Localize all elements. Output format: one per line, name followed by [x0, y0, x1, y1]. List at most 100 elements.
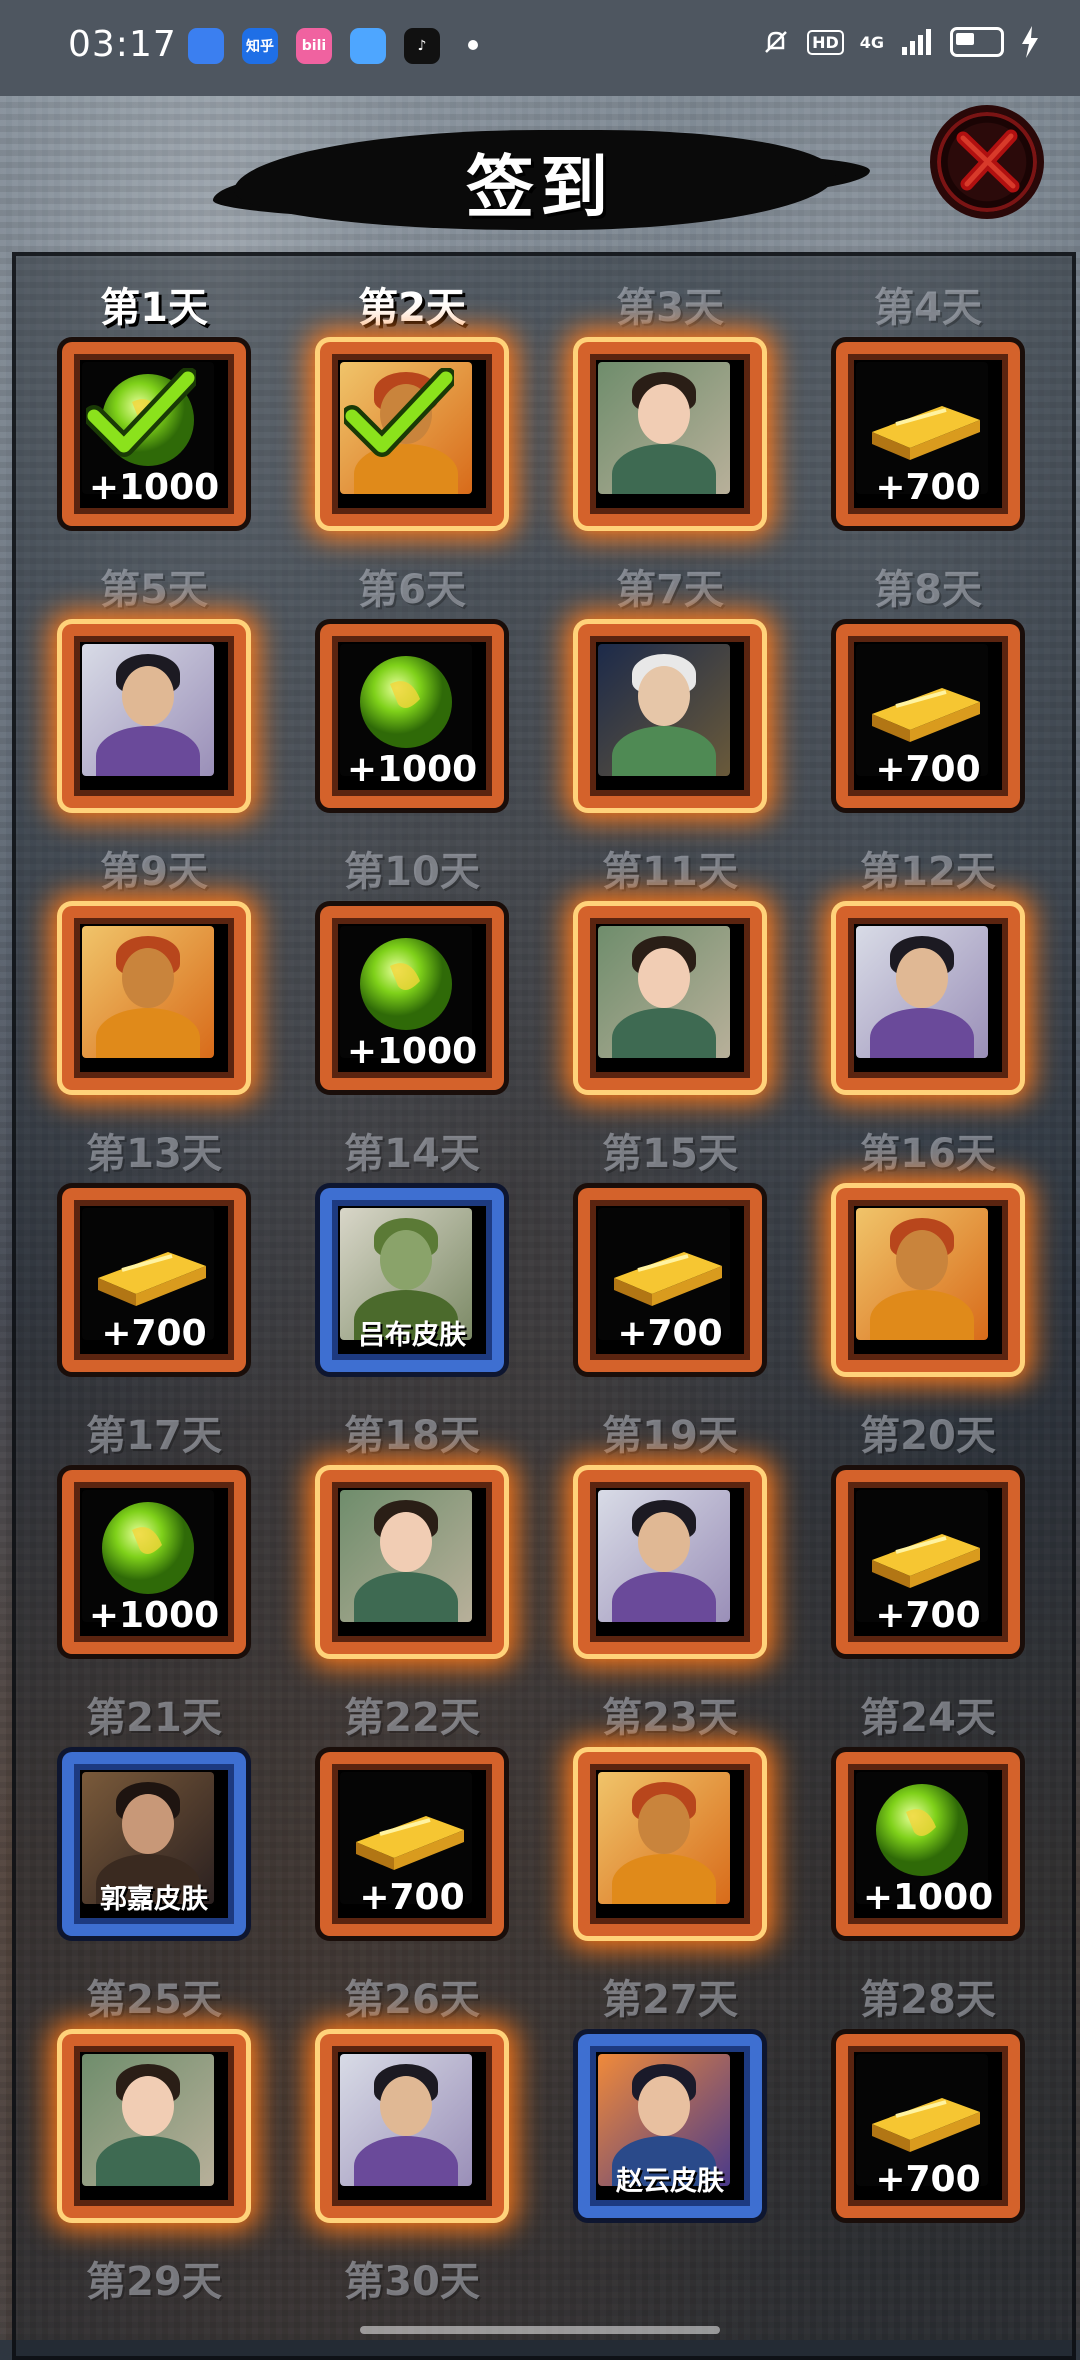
day-label: 第20天 — [860, 1413, 996, 1459]
checkin-day-30[interactable]: 第30天 — [317, 2254, 507, 2310]
close-icon — [956, 129, 1020, 193]
checkin-day-4[interactable]: 第4天 +700 — [833, 280, 1023, 526]
checkin-day-12[interactable]: 第12天 — [833, 844, 1023, 1090]
day-label: 第6天 — [358, 567, 466, 613]
reward-amount: +1000 — [346, 749, 478, 790]
checkin-day-1[interactable]: 第1天 +1000 — [59, 280, 249, 526]
close-button[interactable] — [930, 105, 1044, 219]
reward-frame[interactable]: +700 — [836, 1470, 1020, 1654]
system-indicators: HD 4G — [761, 26, 1040, 58]
day-label: 第7天 — [616, 567, 724, 613]
checkin-day-14[interactable]: 第14天 吕布皮肤 — [317, 1126, 507, 1372]
checkin-day-27[interactable]: 第27天 赵云皮肤 — [575, 1972, 765, 2218]
reward-frame[interactable] — [320, 2034, 504, 2218]
reward-frame[interactable]: +1000 — [62, 342, 246, 526]
reward-frame[interactable]: +700 — [836, 2034, 1020, 2218]
day-label: 第12天 — [860, 849, 996, 895]
reward-frame[interactable]: +700 — [62, 1188, 246, 1372]
reward-frame[interactable] — [578, 1752, 762, 1936]
day-label: 第18天 — [344, 1413, 480, 1459]
checkin-day-6[interactable]: 第6天 +1000 — [317, 562, 507, 808]
checkin-day-15[interactable]: 第15天 +700 — [575, 1126, 765, 1372]
more-notifications-dot — [468, 40, 478, 50]
reward-amount: +700 — [101, 1313, 207, 1354]
hero-portrait — [82, 2054, 214, 2186]
reward-frame[interactable]: 赵云皮肤 — [578, 2034, 762, 2218]
reward-amount: +700 — [875, 1595, 981, 1636]
checkin-day-10[interactable]: 第10天 +1000 — [317, 844, 507, 1090]
reward-frame[interactable]: +1000 — [320, 906, 504, 1090]
day-label: 第17天 — [86, 1413, 222, 1459]
reward-frame[interactable]: +700 — [836, 342, 1020, 526]
reward-frame[interactable] — [62, 2034, 246, 2218]
skin-name: 赵云皮肤 — [616, 2166, 724, 2197]
checkin-day-22[interactable]: 第22天 +700 — [317, 1690, 507, 1936]
reward-frame[interactable] — [62, 906, 246, 1090]
reward-amount: +1000 — [862, 1877, 994, 1918]
hero-portrait — [598, 926, 730, 1058]
day-label: 第24天 — [860, 1695, 996, 1741]
reward-frame[interactable]: +1000 — [320, 624, 504, 808]
day-label: 第4天 — [874, 285, 982, 331]
page-title: 签到 — [465, 149, 614, 228]
reward-frame[interactable]: +700 — [320, 1752, 504, 1936]
checkin-day-29[interactable]: 第29天 — [59, 2254, 249, 2310]
checkin-day-2[interactable]: 第2天 — [317, 280, 507, 526]
signal-icon — [902, 29, 931, 55]
reward-frame[interactable]: +700 — [578, 1188, 762, 1372]
reward-frame[interactable] — [836, 1188, 1020, 1372]
checkin-day-11[interactable]: 第11天 — [575, 844, 765, 1090]
checkin-day-16[interactable]: 第16天 — [833, 1126, 1023, 1372]
reward-frame[interactable] — [578, 1470, 762, 1654]
checkin-day-19[interactable]: 第19天 — [575, 1408, 765, 1654]
checkin-day-17[interactable]: 第17天 +1000 — [59, 1408, 249, 1654]
reward-frame[interactable] — [62, 624, 246, 808]
hero-portrait — [598, 1772, 730, 1904]
day-label: 第23天 — [602, 1695, 738, 1741]
day-label: 第21天 — [86, 1695, 222, 1741]
home-indicator[interactable] — [360, 2326, 720, 2334]
checkin-day-28[interactable]: 第28天 +700 — [833, 1972, 1023, 2218]
checkin-day-21[interactable]: 第21天郭嘉皮肤 — [59, 1690, 249, 1936]
checkin-day-13[interactable]: 第13天 +700 — [59, 1126, 249, 1372]
checkin-day-24[interactable]: 第24天 +1000 — [833, 1690, 1023, 1936]
reward-frame[interactable] — [578, 624, 762, 808]
checkin-day-20[interactable]: 第20天 +700 — [833, 1408, 1023, 1654]
checkin-day-5[interactable]: 第5天 — [59, 562, 249, 808]
day-label: 第29天 — [86, 2259, 222, 2305]
reward-frame[interactable]: +700 — [836, 624, 1020, 808]
reward-frame[interactable]: +1000 — [62, 1470, 246, 1654]
reward-frame[interactable]: 吕布皮肤 — [320, 1188, 504, 1372]
reward-frame[interactable] — [320, 1470, 504, 1654]
day-label: 第1天 — [100, 285, 208, 331]
skin-name: 吕布皮肤 — [358, 1320, 466, 1351]
status-bar: 03:17 知乎 bili ♪ HD 4G — [0, 0, 1080, 96]
day-label: 第8天 — [874, 567, 982, 613]
hero-portrait — [82, 926, 214, 1058]
reward-frame[interactable]: 郭嘉皮肤 — [62, 1752, 246, 1936]
hero-portrait — [598, 362, 730, 494]
checkin-day-25[interactable]: 第25天 — [59, 1972, 249, 2218]
reward-frame[interactable]: +1000 — [836, 1752, 1020, 1936]
reward-amount: +1000 — [346, 1031, 478, 1072]
checkin-day-9[interactable]: 第9天 — [59, 844, 249, 1090]
day-label: 第25天 — [86, 1977, 222, 2023]
reward-frame[interactable] — [578, 906, 762, 1090]
day-label: 第16天 — [860, 1131, 996, 1177]
checkin-day-18[interactable]: 第18天 — [317, 1408, 507, 1654]
hero-portrait — [82, 644, 214, 776]
app-icon-cloud — [350, 28, 386, 64]
reward-frame[interactable] — [836, 906, 1020, 1090]
day-label: 第19天 — [602, 1413, 738, 1459]
checkin-day-26[interactable]: 第26天 — [317, 1972, 507, 2218]
day-label: 第11天 — [602, 849, 738, 895]
status-time: 03:17 — [68, 24, 177, 65]
notification-icons: 知乎 bili ♪ — [188, 28, 440, 64]
checkin-day-7[interactable]: 第7天 — [575, 562, 765, 808]
zhihu-icon: 知乎 — [242, 28, 278, 64]
checkin-day-3[interactable]: 第3天 — [575, 280, 765, 526]
checkin-day-23[interactable]: 第23天 — [575, 1690, 765, 1936]
reward-frame[interactable] — [320, 342, 504, 526]
checkin-day-8[interactable]: 第8天 +700 — [833, 562, 1023, 808]
reward-frame[interactable] — [578, 342, 762, 526]
